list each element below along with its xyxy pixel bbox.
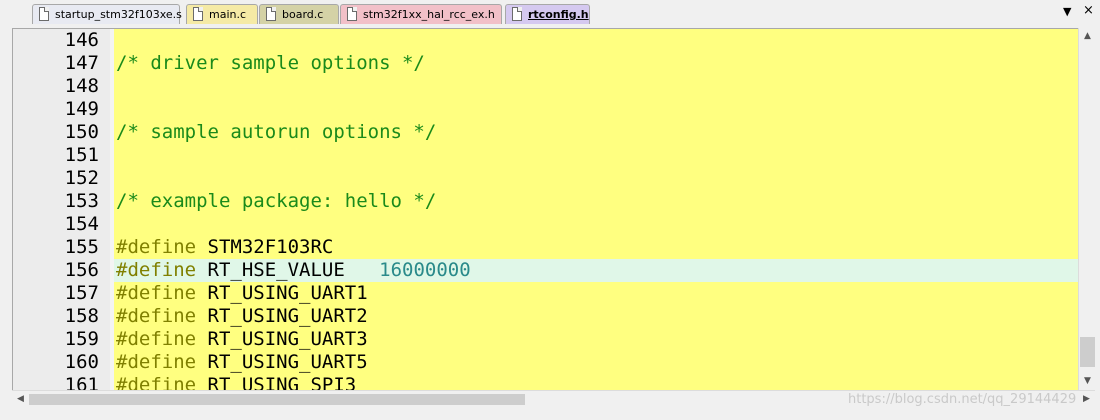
vertical-scroll-thumb[interactable] xyxy=(1080,337,1095,367)
line-number: 160 xyxy=(64,351,99,373)
tab-stm32f1xx-hal-rcc-ex[interactable]: stm32f1xx_hal_rcc_ex.h xyxy=(340,4,502,24)
line-number: 159 xyxy=(64,328,99,350)
file-icon xyxy=(193,7,203,21)
code-line: #define RT_HSE_VALUE 16000000 xyxy=(116,259,471,282)
preprocessor-directive: #define xyxy=(116,351,197,373)
line-number: 149 xyxy=(64,98,99,120)
line-number: 146 xyxy=(64,29,99,51)
tab-board-c[interactable]: board.c xyxy=(259,4,339,24)
line-number: 148 xyxy=(64,75,99,97)
code-comment: /* sample autorun options */ xyxy=(116,121,437,143)
line-number: 154 xyxy=(64,213,99,235)
code-comment: /* example package: hello */ xyxy=(116,190,437,212)
line-number: 158 xyxy=(64,305,99,327)
file-icon xyxy=(347,7,357,21)
line-number: 152 xyxy=(64,167,99,189)
macro-name: RT_USING_UART5 xyxy=(207,351,368,373)
code-line: #define RT_USING_UART5 xyxy=(116,351,368,374)
line-number: 153 xyxy=(64,190,99,212)
file-icon xyxy=(512,7,522,21)
macro-name: RT_HSE_VALUE xyxy=(207,259,345,281)
tab-startup-stm32f103xe[interactable]: startup_stm32f103xe.s xyxy=(32,4,182,24)
file-icon xyxy=(266,7,276,21)
macro-name: RT_USING_SPI3 xyxy=(207,374,357,390)
scroll-right-icon[interactable]: ▶ xyxy=(1078,391,1095,408)
macro-name: RT_USING_UART2 xyxy=(207,305,368,327)
preprocessor-directive: #define xyxy=(116,259,197,281)
code-line: #define RT_USING_UART1 xyxy=(116,282,368,305)
code-line: #define STM32F103RC xyxy=(116,236,333,259)
tab-list-dropdown-icon[interactable]: ▼ xyxy=(1063,5,1071,18)
tab-label: startup_stm32f103xe.s xyxy=(55,8,182,21)
scroll-down-icon[interactable]: ▼ xyxy=(1079,373,1096,390)
code-line: #define RT_USING_UART2 xyxy=(116,305,368,328)
tab-label: board.c xyxy=(282,8,324,21)
macro-name: RT_USING_UART3 xyxy=(207,328,368,350)
line-number: 150 xyxy=(64,121,99,143)
vertical-scrollbar[interactable]: ▲ ▼ xyxy=(1078,28,1095,390)
line-number: 156 xyxy=(64,259,99,281)
line-number: 147 xyxy=(64,52,99,74)
tab-bar: startup_stm32f103xe.s main.c board.c stm… xyxy=(0,0,1100,28)
preprocessor-directive: #define xyxy=(116,305,197,327)
code-line: #define RT_USING_UART3 xyxy=(116,328,368,351)
line-number: 157 xyxy=(64,282,99,304)
macro-value: 16000000 xyxy=(379,259,471,281)
code-line: /* driver sample options */ xyxy=(116,52,425,75)
tab-label: rtconfig.h xyxy=(528,8,589,21)
tab-label: main.c xyxy=(209,8,247,21)
preprocessor-directive: #define xyxy=(116,374,197,390)
code-line: /* sample autorun options */ xyxy=(116,121,436,144)
scroll-up-icon[interactable]: ▲ xyxy=(1079,28,1096,45)
line-number: 161 xyxy=(64,374,99,390)
close-tab-icon[interactable]: × xyxy=(1083,3,1094,18)
preprocessor-directive: #define xyxy=(116,236,197,258)
scroll-left-icon[interactable]: ◀ xyxy=(12,391,29,408)
tab-main-c[interactable]: main.c xyxy=(186,4,258,24)
horizontal-scroll-thumb[interactable] xyxy=(29,394,525,405)
line-number: 155 xyxy=(64,236,99,258)
preprocessor-directive: #define xyxy=(116,328,197,350)
watermark: https://blog.csdn.net/qq_29144429 xyxy=(848,392,1077,407)
line-number: 151 xyxy=(64,144,99,166)
macro-name: STM32F103RC xyxy=(207,236,334,258)
file-icon xyxy=(39,7,49,21)
code-line: /* example package: hello */ xyxy=(116,190,436,213)
code-comment: /* driver sample options */ xyxy=(116,52,425,74)
code-line: #define RT_USING_SPI3 xyxy=(116,374,356,390)
code-editor[interactable]: 146 147/* driver sample options */148 149 1… xyxy=(12,28,1078,390)
tab-rtconfig-h[interactable]: rtconfig.h xyxy=(505,4,590,24)
preprocessor-directive: #define xyxy=(116,282,197,304)
macro-name: RT_USING_UART1 xyxy=(207,282,368,304)
tab-label: stm32f1xx_hal_rcc_ex.h xyxy=(363,8,495,21)
